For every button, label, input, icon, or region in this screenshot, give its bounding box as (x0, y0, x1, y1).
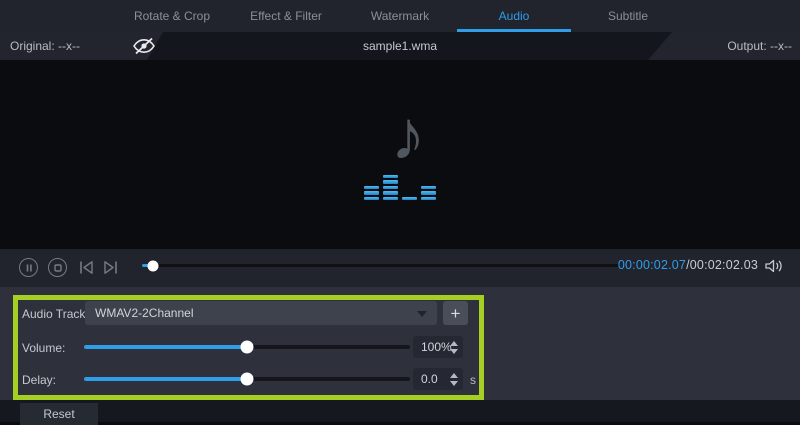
delay-slider-fill (84, 377, 247, 381)
previous-frame-button[interactable] (78, 260, 95, 275)
delay-slider[interactable] (84, 377, 410, 381)
skip-forward-icon (102, 260, 119, 275)
delay-unit-label: s (470, 373, 476, 387)
time-display: 00:00:02.07/00:02:02.03 (618, 258, 758, 272)
total-time: 00:02:02.03 (690, 258, 758, 272)
equalizer-column (402, 197, 417, 201)
volume-value: 100% (421, 340, 452, 354)
music-note-icon: ♪ (368, 100, 448, 170)
volume-slider-fill (84, 345, 247, 349)
equalizer-column (421, 186, 436, 201)
equalizer-column (383, 175, 398, 201)
current-time: 00:00:02.07 (618, 258, 686, 272)
tab-rotate-crop[interactable]: Rotate & Crop (115, 0, 229, 32)
stop-button[interactable] (48, 258, 67, 277)
delay-label: Delay: (22, 373, 56, 387)
delay-value: 0.0 (421, 372, 438, 386)
progress-handle[interactable] (148, 260, 159, 271)
volume-slider[interactable] (84, 345, 410, 349)
delay-value-box[interactable]: 0.0 (413, 368, 463, 390)
skip-back-icon (78, 260, 95, 275)
equalizer-column (364, 186, 379, 201)
current-filename: sample1.wma (0, 32, 800, 60)
stop-icon (54, 264, 62, 272)
volume-label: Volume: (22, 341, 65, 355)
tab-watermark[interactable]: Watermark (343, 0, 457, 32)
tab-subtitle[interactable]: Subtitle (571, 0, 685, 32)
volume-slider-handle[interactable] (241, 341, 254, 354)
pause-button[interactable] (19, 258, 38, 277)
audio-track-value: WMAV2-2Channel (95, 306, 193, 320)
equalizer-bars-icon (0, 172, 800, 200)
volume-spin-down-icon[interactable] (450, 349, 458, 354)
add-audio-track-button[interactable]: + (443, 301, 468, 325)
volume-spin-up-icon[interactable] (450, 341, 458, 346)
file-info-bar: Original: --x-- sample1.wma Output: --x-… (0, 32, 800, 60)
volume-value-box[interactable]: 100% (413, 336, 463, 358)
delay-spin-up-icon[interactable] (450, 373, 458, 378)
dropdown-arrow-icon (417, 311, 427, 317)
next-frame-button[interactable] (102, 260, 119, 275)
tab-effect-filter[interactable]: Effect & Filter (229, 0, 343, 32)
tab-audio[interactable]: Audio (457, 0, 571, 32)
audio-preview-area: ♪ (0, 60, 800, 249)
audio-track-label: Audio Track: (22, 307, 89, 321)
audio-track-dropdown[interactable]: WMAV2-2Channel (85, 301, 437, 325)
delay-spin-down-icon[interactable] (450, 381, 458, 386)
editor-tab-bar: Rotate & Crop Effect & Filter Watermark … (0, 0, 800, 32)
audio-settings-panel: Audio Track: WMAV2-2Channel + Volume: 10… (0, 287, 800, 400)
delay-slider-handle[interactable] (241, 373, 254, 386)
output-resolution-label: Output: --x-- (727, 32, 792, 60)
pause-icon (25, 264, 33, 272)
volume-speaker-icon[interactable] (764, 258, 784, 274)
playback-progress-slider[interactable] (142, 264, 620, 267)
bottom-bar: Reset (0, 400, 800, 422)
